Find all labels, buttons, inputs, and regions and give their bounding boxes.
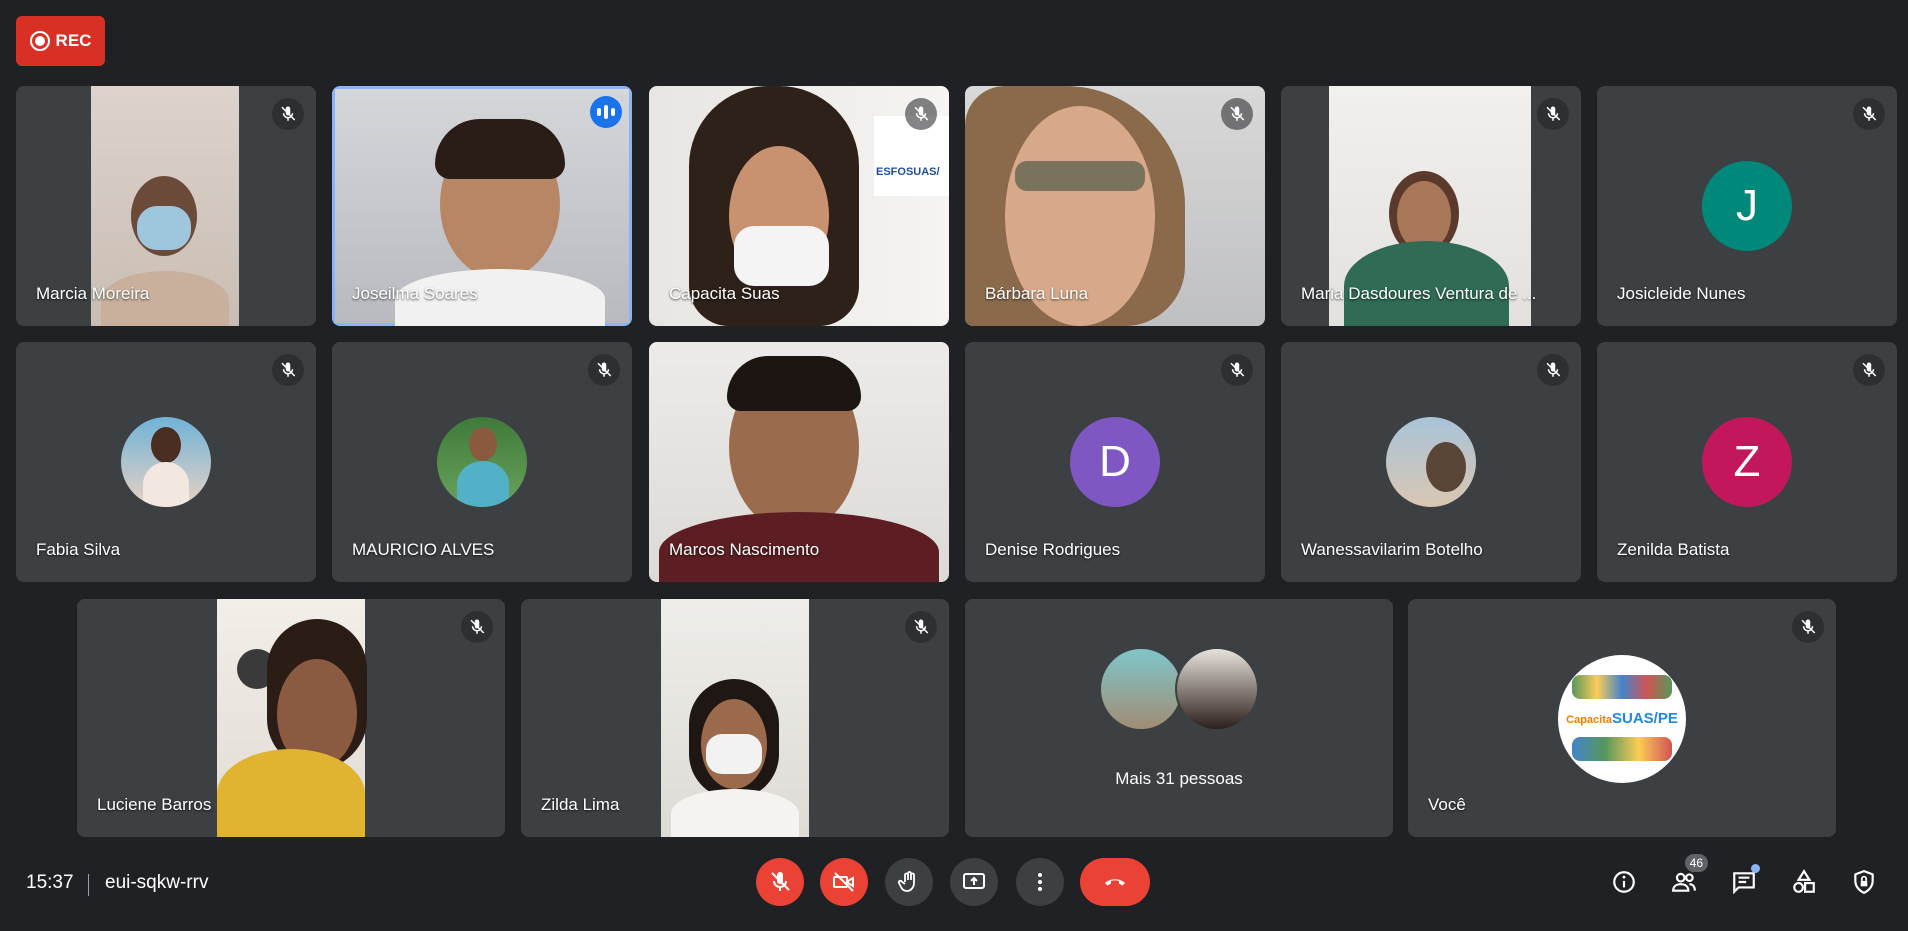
leave-call-button[interactable] (1080, 858, 1150, 906)
recording-indicator: REC (16, 16, 105, 66)
participant-name: Maria Dasdoures Ventura de ... (1301, 284, 1537, 303)
participant-tile[interactable]: Wanessavilarim Botelho (1281, 342, 1581, 582)
people-button[interactable]: 46 (1664, 854, 1708, 902)
participant-tile[interactable]: Marcos Nascimento (649, 342, 949, 582)
participant-name: Fabia Silva (36, 540, 121, 559)
avatar (1386, 417, 1476, 507)
participant-name: Wanessavilarim Botelho (1301, 540, 1483, 559)
info-icon (1613, 871, 1635, 893)
speaking-indicator-icon (590, 96, 622, 128)
others-tile[interactable]: Mais 31 pessoas (965, 599, 1393, 837)
control-bar: 15:37 eui-sqkw-rrv 46 (0, 846, 1908, 931)
activities-button[interactable] (1784, 862, 1824, 902)
participant-tile[interactable]: ESFOSUAS/ Capacita Suas (649, 86, 949, 326)
mic-off-icon (1537, 354, 1569, 386)
record-icon (29, 31, 50, 51)
participant-tile[interactable]: Marcia Moreira (16, 86, 316, 326)
toggle-camera-button[interactable] (820, 858, 868, 906)
participant-tile[interactable]: D Denise Rodrigues (965, 342, 1265, 582)
meeting-time: 15:37 (26, 872, 74, 893)
participant-tile-speaking[interactable]: Joseilma Soares (332, 86, 632, 326)
notification-dot (1751, 864, 1760, 873)
participant-name: Luciene Barros (97, 795, 212, 814)
host-controls-button[interactable] (1844, 862, 1884, 902)
participant-name: Capacita Suas (669, 284, 780, 303)
logo: CapacitaSUAS/PE (1558, 655, 1686, 783)
participant-tile[interactable]: Bárbara Luna (965, 86, 1265, 326)
self-tile[interactable]: CapacitaSUAS/PE Você (1408, 599, 1836, 837)
raise-hand-button[interactable] (885, 858, 933, 906)
participant-name: Zilda Lima (541, 795, 620, 814)
more-vert-icon (1038, 873, 1042, 891)
participant-name: Marcos Nascimento (669, 540, 820, 559)
mic-off-icon (1792, 611, 1824, 643)
recording-label: REC (55, 31, 92, 50)
toggle-mic-button[interactable] (756, 858, 804, 906)
participant-tile[interactable]: MAURICIO ALVES (332, 342, 632, 582)
avatar (1099, 647, 1183, 731)
meeting-code: eui-sqkw-rrv (105, 872, 209, 893)
mic-off-icon (1221, 354, 1253, 386)
participant-tile[interactable]: Luciene Barros (77, 599, 505, 837)
shapes-icon (1793, 869, 1815, 893)
participant-name: Joseilma Soares (352, 284, 478, 303)
mic-off-icon (272, 354, 304, 386)
participant-tile[interactable]: Z Zenilda Batista (1597, 342, 1897, 582)
avatar: J (1702, 161, 1792, 251)
sign-text: ESFOSUAS/ (876, 166, 940, 178)
people-count-badge: 46 (1684, 854, 1708, 872)
participant-name: Josicleide Nunes (1617, 284, 1746, 303)
logo-text-suas: SUAS/PE (1612, 710, 1678, 727)
mic-off-icon (771, 872, 790, 891)
participant-tile[interactable]: Fabia Silva (16, 342, 316, 582)
participant-name: MAURICIO ALVES (352, 540, 495, 559)
camera-off-icon (833, 872, 854, 892)
avatar (121, 417, 211, 507)
shield-lock-icon (1854, 870, 1874, 895)
mic-off-icon (1221, 98, 1253, 130)
participant-tile[interactable]: Maria Dasdoures Ventura de ... (1281, 86, 1581, 326)
mic-off-icon (272, 98, 304, 130)
mic-off-icon (1853, 98, 1885, 130)
mic-off-icon (1537, 98, 1569, 130)
avatar (437, 417, 527, 507)
meeting-details-button[interactable] (1604, 862, 1644, 902)
mic-off-icon (905, 98, 937, 130)
mic-off-icon (588, 354, 620, 386)
mic-off-icon (1853, 354, 1885, 386)
video-feed (661, 599, 809, 837)
avatar: Z (1702, 417, 1792, 507)
avatar (1175, 647, 1259, 731)
more-participants-label: Mais 31 pessoas (1115, 769, 1243, 788)
avatar: D (1070, 417, 1160, 507)
participant-name: Marcia Moreira (36, 284, 150, 303)
chat-button[interactable] (1724, 862, 1764, 902)
more-options-button[interactable] (1016, 858, 1064, 906)
mic-off-icon (461, 611, 493, 643)
participant-tile[interactable]: J Josicleide Nunes (1597, 86, 1897, 326)
participant-name: Bárbara Luna (985, 284, 1089, 303)
present-screen-button[interactable] (950, 858, 998, 906)
participant-name: Você (1428, 795, 1466, 814)
logo-text-capacita: Capacita (1566, 714, 1612, 726)
divider (88, 874, 89, 896)
participant-name: Denise Rodrigues (985, 540, 1121, 559)
mic-off-icon (905, 611, 937, 643)
video-feed (217, 599, 367, 837)
participant-tile[interactable]: Zilda Lima (521, 599, 949, 837)
chat-icon (1733, 872, 1755, 895)
people-icon (1672, 872, 1696, 892)
banner-sign: ESFOSUAS/ (874, 116, 949, 196)
participant-name: Zenilda Batista (1617, 540, 1730, 559)
hand-icon (897, 871, 915, 892)
present-icon (963, 873, 985, 889)
hang-up-icon (1105, 879, 1125, 886)
